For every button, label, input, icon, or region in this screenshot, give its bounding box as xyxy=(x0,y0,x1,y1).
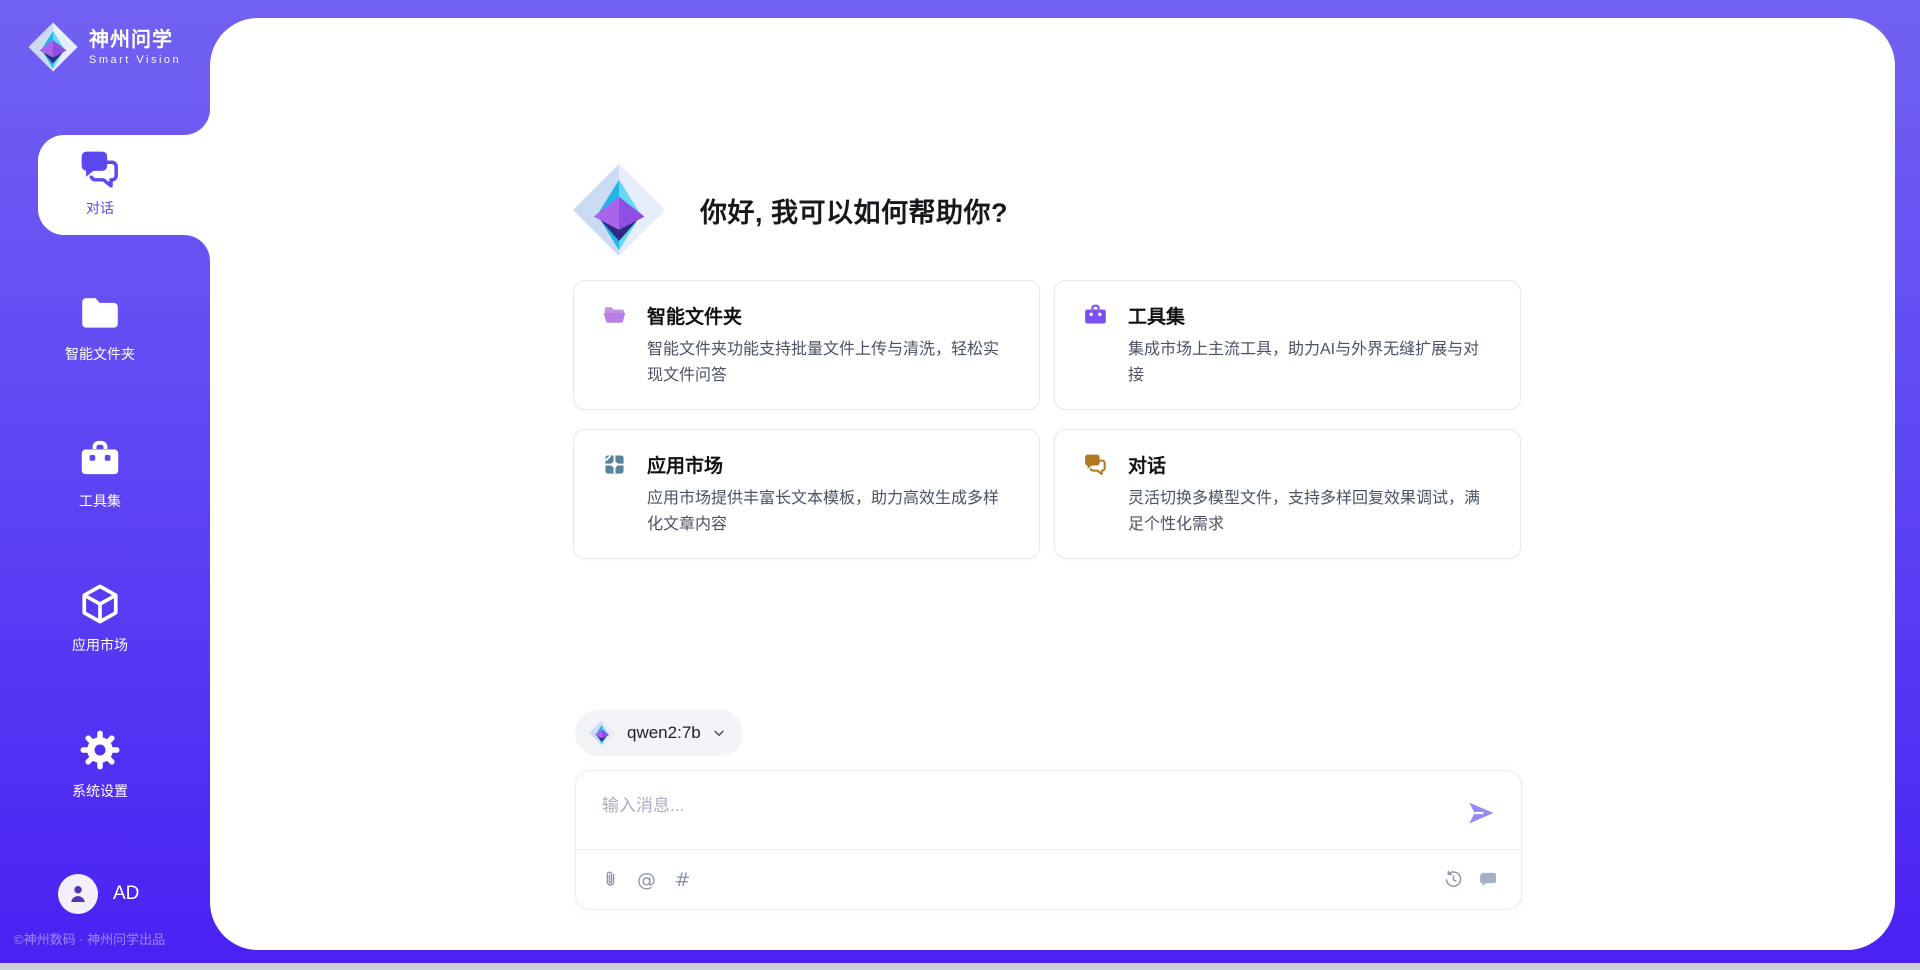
folder-icon xyxy=(78,291,122,335)
chevron-down-icon xyxy=(711,725,727,741)
sidebar-item-label: 对话 xyxy=(38,198,162,218)
greeting-logo-icon xyxy=(572,163,666,257)
hash-icon[interactable]: # xyxy=(672,869,693,890)
feature-cards: 智能文件夹 智能文件夹功能支持批量文件上传与清洗，轻松实现文件问答 工具集 集成… xyxy=(573,280,1523,559)
copyright-footer: ©神州数码 · 神州问学出品 xyxy=(14,929,165,948)
card-description: 灵活切换多模型文件，支持多样回复效果调试，满足个性化需求 xyxy=(1128,486,1494,538)
card-description: 智能文件夹功能支持批量文件上传与清洗，轻松实现文件问答 xyxy=(647,337,1013,389)
card-title: 应用市场 xyxy=(647,451,723,478)
at-mention-icon[interactable]: @ xyxy=(636,869,657,890)
sidebar: 神州问学 Smart Vision 对话 智能文件夹 工具集 应用市场 系统设置 xyxy=(0,0,210,970)
toolbox-icon xyxy=(78,438,122,482)
card-app-market[interactable]: 应用市场 应用市场提供丰富长文本模板，助力高效生成多样化文章内容 xyxy=(573,429,1040,559)
app-window: 神州问学 Smart Vision 对话 智能文件夹 工具集 应用市场 系统设置 xyxy=(0,0,1920,970)
main-panel: 你好, 我可以如何帮助你? 智能文件夹 智能文件夹功能支持批量文件上传与清洗，轻… xyxy=(210,18,1895,950)
sidebar-item-settings[interactable]: 系统设置 xyxy=(20,728,180,801)
card-title: 智能文件夹 xyxy=(647,302,742,329)
sidebar-item-label: 工具集 xyxy=(20,491,180,511)
send-icon[interactable] xyxy=(1465,797,1497,829)
card-description: 应用市场提供丰富长文本模板，助力高效生成多样化文章内容 xyxy=(647,486,1013,538)
brand-logo-icon xyxy=(28,22,78,72)
sidebar-item-app-market[interactable]: 应用市场 xyxy=(20,582,180,655)
card-title: 对话 xyxy=(1128,451,1166,478)
comment-icon[interactable] xyxy=(1478,869,1499,890)
sidebar-item-label: 系统设置 xyxy=(20,781,180,801)
user-name: AD xyxy=(113,883,139,905)
message-composer: @ # xyxy=(575,770,1522,910)
window-bottom-edge xyxy=(0,963,1920,970)
card-description: 集成市场上主流工具，助力AI与外界无缝扩展与对接 xyxy=(1128,337,1494,389)
card-toolset[interactable]: 工具集 集成市场上主流工具，助力AI与外界无缝扩展与对接 xyxy=(1054,280,1521,410)
paperclip-icon[interactable] xyxy=(600,869,621,890)
chat-icon xyxy=(1083,452,1108,477)
greeting-block: 你好, 我可以如何帮助你? xyxy=(572,163,1008,257)
person-icon xyxy=(66,882,90,906)
user-profile[interactable]: AD xyxy=(58,874,139,914)
open-folder-icon xyxy=(602,303,627,328)
chat-icon xyxy=(78,147,122,191)
greeting-text: 你好, 我可以如何帮助你? xyxy=(700,191,1008,230)
card-smart-folder[interactable]: 智能文件夹 智能文件夹功能支持批量文件上传与清洗，轻松实现文件问答 xyxy=(573,280,1040,410)
brand: 神州问学 Smart Vision xyxy=(28,22,181,72)
grid-cube-icon xyxy=(602,452,627,477)
history-icon[interactable] xyxy=(1443,869,1464,890)
model-logo-icon xyxy=(589,720,615,746)
model-name: qwen2:7b xyxy=(627,723,701,743)
sidebar-item-label: 应用市场 xyxy=(20,635,180,655)
avatar xyxy=(58,874,98,914)
brand-subtitle: Smart Vision xyxy=(89,54,181,66)
brand-name: 神州问学 xyxy=(89,29,181,51)
sidebar-item-label: 智能文件夹 xyxy=(20,344,180,364)
sidebar-item-toolset[interactable]: 工具集 xyxy=(20,438,180,511)
toolbox-icon xyxy=(1083,303,1108,328)
gear-icon xyxy=(78,728,122,772)
sidebar-item-chat[interactable]: 对话 xyxy=(38,135,210,235)
message-input[interactable] xyxy=(600,789,1424,845)
cube-icon xyxy=(78,582,122,626)
card-title: 工具集 xyxy=(1128,302,1185,329)
card-chat[interactable]: 对话 灵活切换多模型文件，支持多样回复效果调试，满足个性化需求 xyxy=(1054,429,1521,559)
sidebar-item-smart-folder[interactable]: 智能文件夹 xyxy=(20,291,180,364)
model-selector[interactable]: qwen2:7b xyxy=(575,710,743,756)
